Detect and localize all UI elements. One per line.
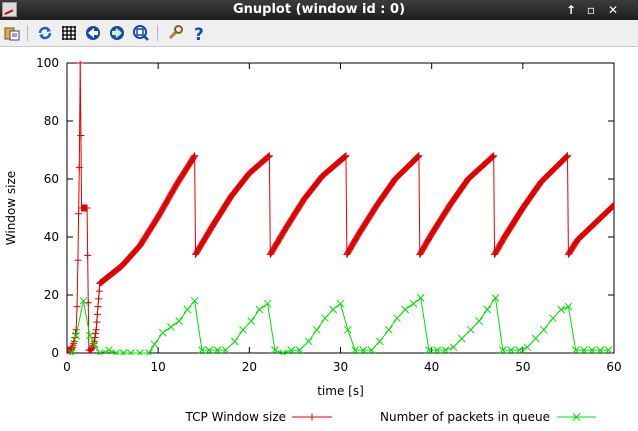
toolbar: ? [0,20,638,47]
y-tick-label: 0 [51,346,59,360]
data-point [384,325,393,334]
x-tick-label: 60 [606,360,621,374]
y-tick-label: 100 [36,56,59,70]
data-point [475,317,483,325]
data-point [183,305,192,314]
gnuplot-window: Gnuplot (window id : 0) ↑ ▫ ✕ ? 0 10 20 … [0,0,638,431]
data-point [92,330,100,338]
data-point [336,299,345,308]
series-line [71,296,609,354]
data-point [158,328,167,337]
x-tick-label: 10 [151,360,166,374]
legend-entry: TCP Window size [185,410,332,424]
data-point [393,314,401,323]
y-axis-label: Window size [4,171,18,245]
data-point [75,163,83,171]
legend-label: TCP Window size [185,410,286,424]
series-tcp-window [67,61,614,354]
data-point [247,317,256,325]
data-point [167,323,175,331]
toolbar-separator [27,25,28,41]
data-point [175,317,183,325]
series-line [67,62,614,351]
close-button[interactable]: ✕ [604,1,622,19]
help-icon[interactable]: ? [189,23,209,43]
data-point [93,318,101,326]
data-point [483,305,492,314]
data-point [95,295,103,303]
replot-icon[interactable] [35,23,55,43]
legend-label: Number of packets in queue [380,410,550,424]
data-point [73,303,81,311]
title-bar[interactable]: Gnuplot (window id : 0) ↑ ▫ ✕ [0,0,638,20]
data-point [75,210,83,218]
y-tick-label: 80 [44,114,59,128]
data-point [84,251,92,259]
x-tick-label: 20 [242,360,257,374]
y-tick-label: 20 [44,288,59,302]
legend-entry: Number of packets in queue [380,410,596,424]
y-tick-label: 60 [44,172,59,186]
data-point [523,343,532,352]
data-point [93,310,101,318]
data-point [343,325,352,334]
data-point [77,132,85,139]
data-point [255,305,264,314]
x-axis-label: time [s] [317,384,364,398]
data-point [539,325,548,334]
plot-border [66,62,615,354]
autoscale-icon[interactable] [131,23,151,43]
svg-text:?: ? [194,25,204,42]
data-point [449,343,458,352]
x-tick-label: 40 [424,360,439,374]
data-point [557,305,565,314]
plot-area[interactable]: 0 10 20 30 40 50 60 0 20 40 60 80 100 time [s] Window … [0,46,638,431]
data-point [549,314,557,323]
data-point [312,325,321,334]
next-zoom-icon[interactable] [107,23,127,43]
x-tick-label: 50 [515,360,530,374]
data-point [304,337,313,346]
data-point [74,256,82,264]
data-point [329,305,338,314]
restore-button[interactable]: ▫ [582,1,600,19]
data-point [321,314,329,323]
window-title: Gnuplot (window id : 0) [232,2,406,17]
data-point [150,340,159,349]
data-point [76,61,84,67]
data-point [92,326,100,334]
data-point [94,303,102,311]
data-point [457,334,466,343]
y-tick-label: 40 [44,230,59,244]
x-tick-label: 0 [63,360,71,374]
data-point [467,325,475,334]
previous-zoom-icon[interactable] [83,23,103,43]
data-point [409,299,418,308]
grid-icon[interactable] [59,23,79,43]
data-point [375,337,384,346]
copy-to-clipboard-icon[interactable] [2,23,22,43]
wrench-icon[interactable] [165,23,185,43]
data-point [230,337,239,346]
legend-marker [308,413,316,421]
data-point [531,334,540,343]
maximize-button[interactable]: ↑ [562,1,580,19]
x-tick-label: 30 [333,360,348,374]
data-point [95,287,103,295]
toolbar-separator [157,25,158,41]
data-point [72,326,80,334]
data-point [401,305,410,314]
data-point [239,325,247,334]
